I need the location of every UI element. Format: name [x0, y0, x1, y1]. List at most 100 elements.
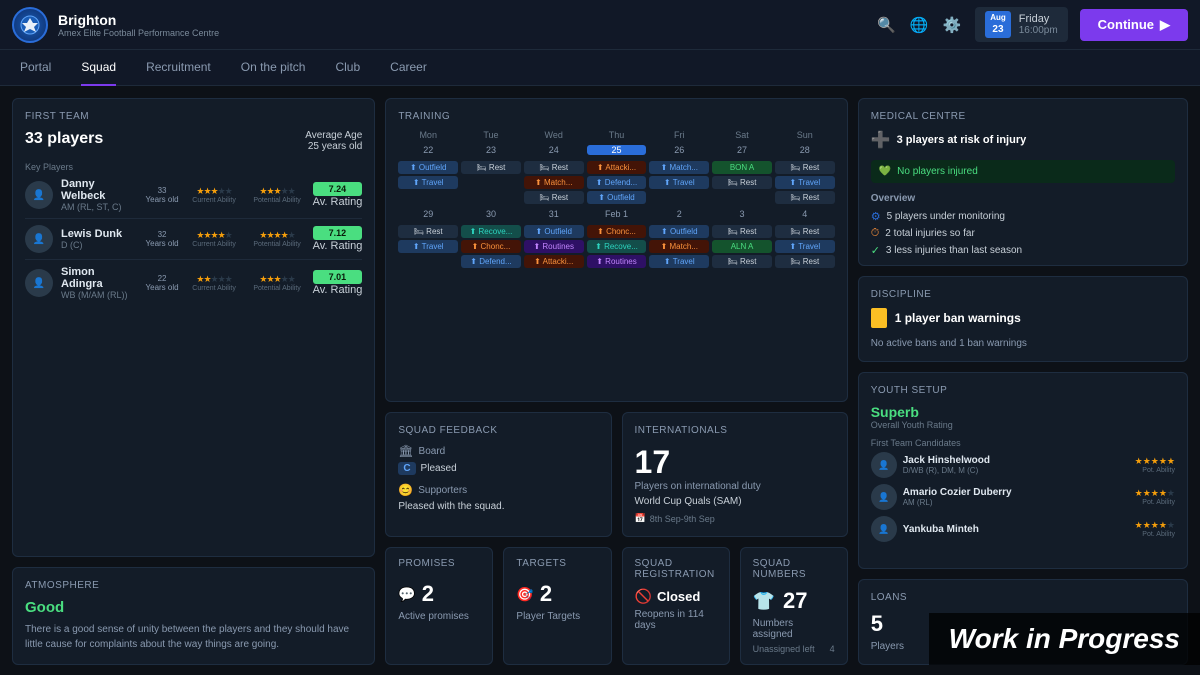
nav-portal[interactable]: Portal [20, 50, 51, 86]
training-slot: 🛏 Rest [712, 255, 772, 268]
player-avatar-2: 👤 [25, 225, 53, 253]
training-slot: 🛏 Rest [461, 161, 521, 174]
training-slot: ⬆ Outfield [398, 161, 458, 174]
training-slot: ⬆ Routines [524, 240, 584, 253]
training-date-27: 27 [712, 145, 772, 155]
youth-rating: Superb [871, 404, 1175, 420]
shirt-icon: 👕 [753, 591, 775, 612]
training-col-fri1: ⬆ Match... ⬆ Travel [649, 161, 709, 206]
training-date-28: 28 [775, 145, 835, 155]
medical-alert-icon: ➕ [871, 130, 891, 150]
content-area: First Team 33 players Average Age 25 yea… [0, 86, 1200, 675]
player-pos-3: WB (M/AM (RL)) [61, 290, 138, 300]
player-rating-1: 7.24 Av. Rating [313, 182, 363, 208]
promises-card: Promises 💬 2 Active promises [385, 547, 493, 665]
gear-icon[interactable]: ⚙️ [943, 16, 962, 34]
training-date-3: 3 [712, 209, 772, 219]
middle-bottom-row: Squad Feedback 🏛 Board C Pleased 😊 Suppo… [385, 412, 847, 537]
targets-count-row: 🎯 2 [516, 577, 598, 611]
training-date-31: 31 [524, 209, 584, 219]
training-slot: ⬆ Attacki... [524, 255, 584, 268]
col-left: First Team 33 players Average Age 25 yea… [12, 98, 375, 665]
youth-pos-2: AM (RL) [903, 498, 1129, 507]
overview-item-2: ⏱ 2 total injuries so far [871, 227, 1175, 240]
youth-avatar-3: 👤 [871, 516, 897, 542]
reopens-text: Reopens in 114 days [635, 609, 717, 631]
youth-stars-1: ★★★★★ Pot. Ability [1135, 456, 1175, 474]
candidates-label: First Team Candidates [871, 438, 1175, 448]
nav-on-pitch[interactable]: On the pitch [241, 50, 306, 86]
search-icon[interactable]: 🔍 [877, 16, 896, 34]
board-section: 🏛 Board C Pleased [398, 444, 598, 475]
training-date-23: 23 [461, 145, 521, 155]
atmosphere-desc: There is a good sense of unity between t… [25, 622, 362, 652]
internationals-label: Players on international duty [635, 481, 835, 492]
training-col-sat2: 🛏 Rest ALN A 🛏 Rest [712, 225, 772, 270]
wip-watermark: Work in Progress [929, 613, 1200, 665]
training-grid: Mon Tue Wed Thu Fri Sat Sun 22 23 24 25 … [398, 130, 834, 270]
training-slot: ⬆ Outfield [649, 225, 709, 238]
training-slot: ⬆ Outfield [524, 225, 584, 238]
training-col-mon1: ⬆ Outfield ⬆ Travel [398, 161, 458, 206]
nav-recruitment[interactable]: Recruitment [146, 50, 211, 86]
col-right: Medical Centre ➕ 3 players at risk of in… [858, 98, 1188, 665]
nav-club[interactable]: Club [335, 50, 360, 86]
players-count: 33 players [25, 130, 103, 148]
player-current-stars-3: ★★★★★ Current Ability [187, 274, 242, 292]
training-date-26: 26 [649, 145, 709, 155]
training-col-sun2: 🛏 Rest ⬆ Travel 🛏 Rest [775, 225, 835, 270]
squad-num-display: 👕 27 [753, 588, 835, 614]
training-day-mon: Mon [398, 130, 458, 140]
medical-alert-text: 3 players at risk of injury [897, 134, 1027, 146]
training-slot: ⬆ Travel [775, 176, 835, 189]
supporters-mood: Pleased with the squad. [398, 501, 598, 512]
promises-label: Active promises [398, 611, 480, 622]
less-injuries-icon: ✓ [871, 244, 880, 257]
player-current-stars-2: ★★★★★ Current Ability [187, 230, 242, 248]
atmosphere-title: Atmosphere [25, 580, 362, 591]
training-title: Training [398, 111, 834, 122]
training-slot: 🛏 Rest [712, 176, 772, 189]
youth-candidate-1: 👤 Jack Hinshelwood D/WB (R), DM, M (C) ★… [871, 452, 1175, 478]
overview-item-3: ✓ 3 less injuries than last season [871, 244, 1175, 257]
date-badge: Aug 23 [985, 11, 1011, 38]
youth-info-2: Amario Cozier Duberry AM (RL) [903, 487, 1129, 507]
nav-career[interactable]: Career [390, 50, 427, 86]
globe-icon[interactable]: 🌐 [910, 16, 929, 34]
training-slot: ⬆ Routines [587, 255, 647, 268]
supporters-section: 😊 Supporters Pleased with the squad. [398, 483, 598, 512]
player-name-2: Lewis Dunk [61, 228, 138, 240]
player-row: 👤 Simon Adingra WB (M/AM (RL)) 22 Years … [25, 266, 362, 306]
player-info-3: Simon Adingra WB (M/AM (RL)) [61, 266, 138, 300]
training-slot: ⬆ Match... [649, 161, 709, 174]
supporters-label: 😊 Supporters [398, 483, 598, 497]
club-badge [12, 7, 48, 43]
continue-button[interactable]: Continue ▶ [1080, 9, 1188, 41]
training-slot: 🛏 Rest [524, 191, 584, 204]
youth-rating-label: Overall Youth Rating [871, 420, 1175, 430]
training-slot: ⬆ Outfield [587, 191, 647, 204]
training-col-sun1: 🛏 Rest ⬆ Travel 🛏 Rest [775, 161, 835, 206]
average-age: Average Age 25 years old [305, 130, 362, 152]
promises-count-row: 💬 2 [398, 577, 480, 611]
training-slot: BON A [712, 161, 772, 174]
nav-squad[interactable]: Squad [81, 50, 116, 86]
youth-candidate-2: 👤 Amario Cozier Duberry AM (RL) ★★★★★ Po… [871, 484, 1175, 510]
training-col-fri2: ⬆ Outfield ⬆ Match... ⬆ Travel [649, 225, 709, 270]
internationals-count: 17 [635, 444, 835, 481]
topbar-icons: 🔍 🌐 ⚙️ [877, 16, 961, 34]
promises-count: 2 [422, 581, 434, 607]
training-slot: ⬆ Defend... [587, 176, 647, 189]
internationals-title: Internationals [635, 425, 835, 436]
training-slot: ⬆ Travel [398, 176, 458, 189]
supporters-icon: 😊 [398, 483, 413, 497]
squad-reg-title: Squad Registration [635, 558, 717, 580]
discipline-warning: 1 player ban warnings [871, 308, 1175, 328]
medical-alert: ➕ 3 players at risk of injury [871, 130, 1175, 150]
youth-info-3: Yankuba Minteh [903, 524, 1129, 535]
board-label: 🏛 Board [398, 444, 598, 458]
player-rating-2: 7.12 Av. Rating [313, 226, 363, 252]
training-col-tue1: 🛏 Rest [461, 161, 521, 206]
promise-icon: 💬 [398, 586, 415, 603]
closed-text: Closed [657, 589, 700, 604]
